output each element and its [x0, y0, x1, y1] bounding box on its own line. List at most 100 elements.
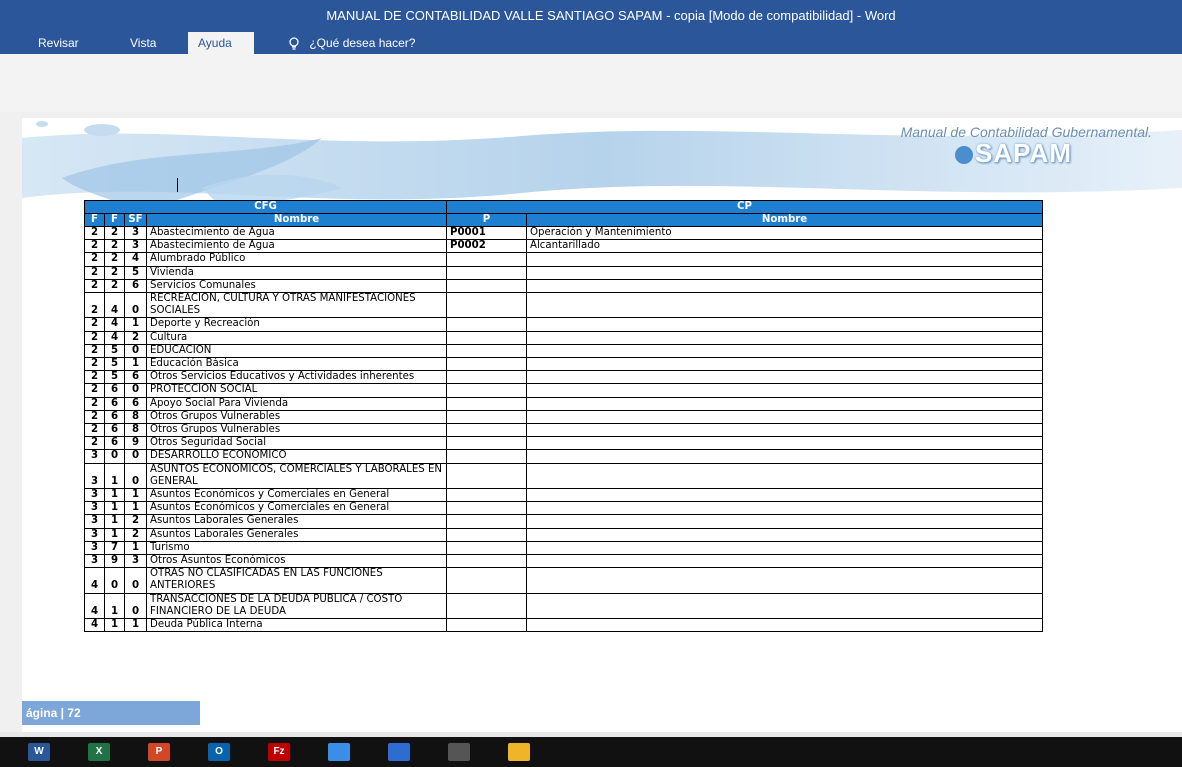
- cell-nombre-cfg: Vivienda: [146, 265, 447, 280]
- table-row: 2 6 8 Otros Grupos Vulnerables: [84, 409, 1043, 425]
- cell-sf: 2: [124, 527, 147, 542]
- tell-me-box[interactable]: ¿Qué desea hacer?: [288, 32, 415, 54]
- cell-sf: 0: [124, 343, 147, 359]
- cell-nombre-cp: [526, 527, 1043, 542]
- cell-p: [446, 292, 527, 319]
- cell-f2: 5: [104, 357, 125, 372]
- cell-nombre-cfg: Deporte y Recreación: [146, 317, 447, 332]
- table-row: 2 5 6 Otros Servicios Educativos y Activida…: [84, 370, 1043, 385]
- col-header-nombre-cp: Nombre: [526, 213, 1043, 227]
- cell-sf: 4: [124, 252, 147, 267]
- cell-p: [446, 396, 527, 411]
- cell-f2: 1: [104, 618, 125, 633]
- cell-nombre-cfg: DESARROLLO ECONOMICO: [146, 449, 447, 464]
- cell-f1: 2: [84, 225, 105, 241]
- filezilla-icon[interactable]: Fz: [268, 743, 290, 761]
- cell-nombre-cp: [526, 343, 1043, 359]
- cell-p: [446, 449, 527, 464]
- cell-f1: 3: [84, 501, 105, 516]
- cell-nombre-cfg: Alumbrado Público: [146, 252, 447, 267]
- word-icon[interactable]: W: [28, 743, 50, 761]
- cell-p: [446, 409, 527, 425]
- table-row: 3 9 3 Otros Asuntos Económicos: [84, 554, 1043, 569]
- cell-nombre-cp: [526, 370, 1043, 385]
- cell-p: [446, 592, 527, 620]
- table-row: 2 2 3 Abastecimiento de Agua P0001 Operación …: [84, 225, 1043, 241]
- cell-nombre-cp: [526, 357, 1043, 372]
- cell-sf: 6: [124, 396, 147, 411]
- cell-p: [446, 357, 527, 372]
- cell-f2: 4: [104, 292, 125, 319]
- table-row: 3 1 0 ASUNTOS ECONOMICOS, COMERCIALES Y LAB…: [84, 462, 1043, 490]
- cell-sf: 3: [124, 225, 147, 241]
- pen-icon[interactable]: [388, 743, 410, 761]
- cell-f1: 4: [84, 618, 105, 633]
- ribbon-tab-bar: Revisar Vista Ayuda ¿Qué desea hacer?: [0, 32, 1182, 54]
- cell-nombre-cp: [526, 278, 1043, 294]
- tab-ayuda[interactable]: Ayuda: [188, 32, 254, 54]
- folder-icon[interactable]: [508, 743, 530, 761]
- cell-p: [446, 370, 527, 385]
- calculator-icon[interactable]: [448, 743, 470, 761]
- cell-f1: 2: [84, 423, 105, 438]
- cell-f2: 5: [104, 370, 125, 385]
- cell-p: [446, 265, 527, 280]
- cell-nombre-cfg: Deuda Pública Interna: [146, 618, 447, 633]
- group-header-cfg: CFG: [84, 200, 447, 214]
- cell-p: [446, 567, 527, 594]
- cell-nombre-cp: [526, 330, 1043, 345]
- cell-f2: 2: [104, 265, 125, 280]
- chrome-icon[interactable]: [328, 743, 350, 761]
- text-cursor: [177, 178, 178, 192]
- tab-revisar[interactable]: Revisar: [28, 32, 89, 54]
- cell-nombre-cfg: Otros Seguridad Social: [146, 436, 447, 451]
- cell-nombre-cp: [526, 292, 1043, 319]
- cell-f2: 1: [104, 501, 125, 516]
- cell-sf: 3: [124, 554, 147, 569]
- excel-icon[interactable]: X: [88, 743, 110, 761]
- cell-f2: 6: [104, 396, 125, 411]
- powerpoint-icon[interactable]: P: [148, 743, 170, 761]
- cell-nombre-cfg: Apoyo Social Para Vivienda: [146, 396, 447, 411]
- document-page[interactable]: Manual de Contabilidad Gubernamental. SA…: [22, 118, 1182, 732]
- cell-f2: 1: [104, 462, 125, 490]
- table-row: 3 7 1 Turismo: [84, 540, 1043, 556]
- cell-nombre-cp: [526, 409, 1043, 425]
- cell-sf: 3: [124, 239, 147, 254]
- cell-nombre-cfg: Abastecimiento de Agua: [146, 239, 447, 254]
- cell-nombre-cfg: TRANSACCIONES DE LA DEUDA PUBLICA / COST…: [146, 592, 447, 620]
- outlook-icon[interactable]: O: [208, 743, 230, 761]
- cell-sf: 0: [124, 567, 147, 594]
- cell-f2: 1: [104, 592, 125, 620]
- tab-vista[interactable]: Vista: [120, 32, 166, 54]
- cell-sf: 9: [124, 436, 147, 451]
- cell-sf: 0: [124, 449, 147, 464]
- table-row: 3 1 1 Asuntos Económicos y Comerciales en G…: [84, 501, 1043, 516]
- cell-f2: 6: [104, 423, 125, 438]
- cell-p: [446, 488, 527, 503]
- cell-f1: 2: [84, 292, 105, 319]
- table-row: 3 1 2 Asuntos Laborales Generales: [84, 527, 1043, 542]
- table-group-header-row: CFG CP: [84, 200, 1043, 214]
- cell-f1: 2: [84, 409, 105, 425]
- cell-f2: 2: [104, 225, 125, 241]
- cell-nombre-cfg: Cultura: [146, 330, 447, 345]
- cell-f2: 7: [104, 540, 125, 556]
- sapam-logo: SAPAM: [955, 138, 1072, 169]
- table-row: 260 PROTECCION SOCIAL: [84, 383, 1043, 398]
- taskbar: W X P O Fz: [0, 737, 1182, 767]
- cell-nombre-cfg: ASUNTOS ECONOMICOS, COMERCIALES Y LABORA…: [146, 462, 447, 490]
- cell-p: [446, 554, 527, 569]
- table-column-header-row: F F SF Nombre P Nombre: [84, 213, 1043, 227]
- cell-nombre-cp: [526, 592, 1043, 620]
- cell-nombre-cp: [526, 317, 1043, 332]
- cell-nombre-cp: [526, 396, 1043, 411]
- cell-f2: 1: [104, 527, 125, 542]
- cell-f2: 9: [104, 554, 125, 569]
- cell-nombre-cfg: Abastecimiento de Agua: [146, 225, 447, 241]
- cell-nombre-cfg: Otros Grupos Vulnerables: [146, 409, 447, 425]
- table-row: 2 4 2 Cultura: [84, 330, 1043, 345]
- document-area[interactable]: Manual de Contabilidad Gubernamental. SA…: [0, 112, 1182, 732]
- cell-sf: 6: [124, 278, 147, 294]
- cell-nombre-cfg: RECREACION, CULTURA Y OTRAS MANIFESTACIO…: [146, 292, 447, 319]
